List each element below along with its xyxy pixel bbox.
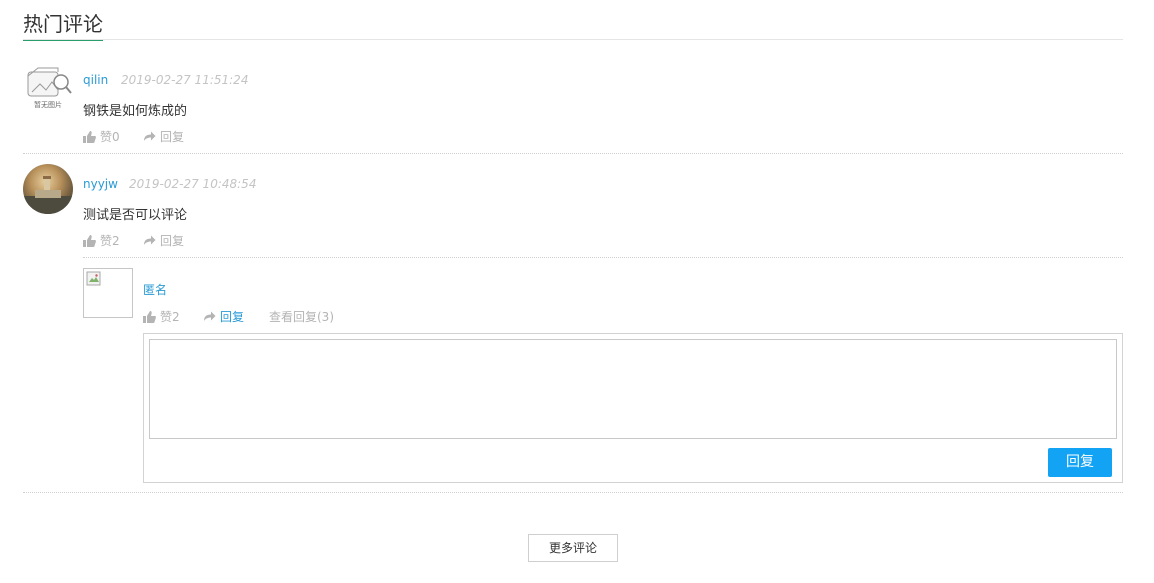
comment-username[interactable]: nyyjw [83,177,118,191]
reply-textarea[interactable] [149,339,1117,439]
submit-reply-button[interactable]: 回复 [1048,448,1112,477]
like-label: 赞2 [160,310,180,324]
view-replies-link[interactable]: 查看回复(3) [269,308,334,325]
view-replies-label: 查看回复(3) [269,310,334,324]
reply-arrow-icon [144,131,156,141]
comment-timestamp: 2019-02-27 10:48:54 [129,177,257,191]
more-comments-button[interactable]: 更多评论 [528,534,618,562]
thumbs-up-icon [83,234,96,247]
like-button[interactable]: 赞2 [143,308,180,325]
reply-label: 回复 [160,130,185,144]
reply-divider [83,257,1123,258]
comment-content: 测试是否可以评论 [83,208,188,223]
reply-label: 回复 [220,310,245,324]
comment-timestamp: 2019-02-27 11:51:24 [121,73,249,87]
avatar [23,164,73,214]
comment-content: 钢铁是如何炼成的 [83,104,188,119]
like-button[interactable]: 赞2 [83,232,120,249]
reply-arrow-icon [144,235,156,245]
avatar-placeholder: 暂无图片 [23,62,73,112]
broken-image-icon [86,271,101,286]
reply-username[interactable]: 匿名 [143,281,167,298]
reply-button[interactable]: 回复 [143,232,184,249]
like-label: 赞0 [100,130,120,144]
reply-button-active[interactable]: 回复 [203,308,244,325]
section-title: 热门评论 [23,12,103,41]
avatar-placeholder-text: 暂无图片 [34,101,62,109]
reply-avatar [83,268,133,318]
like-button[interactable]: 赞0 [83,128,120,145]
reply-arrow-icon [204,311,216,321]
comment-divider [23,492,1123,493]
comment-divider [23,153,1123,154]
thumbs-up-icon [83,130,96,143]
reply-button[interactable]: 回复 [143,128,184,145]
comment-username[interactable]: qilin [83,73,108,87]
avatar-image [23,176,73,214]
title-divider [23,39,1123,40]
like-label: 赞2 [100,234,120,248]
no-image-icon [27,67,72,97]
thumbs-up-icon [143,310,156,323]
reply-label: 回复 [160,234,185,248]
